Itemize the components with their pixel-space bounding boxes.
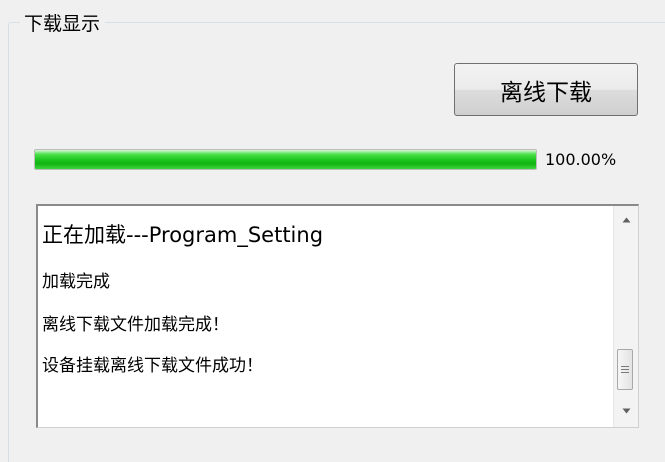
- log-line: 加载完成: [42, 272, 110, 292]
- grip-lines-icon: [621, 366, 629, 373]
- log-line: 设备挂载离线下载文件成功！: [42, 356, 263, 376]
- offline-download-button[interactable]: 离线下载: [454, 63, 638, 116]
- scroll-thumb[interactable]: [617, 349, 633, 390]
- progress-fill: [35, 150, 536, 169]
- log-output-box[interactable]: 正在加载---Program_Setting 加载完成 离线下载文件加载完成！ …: [36, 204, 639, 428]
- download-progress-bar: [34, 149, 537, 170]
- scroll-up-arrow-icon[interactable]: [614, 209, 638, 231]
- log-line: 正在加载---Program_Setting: [42, 223, 324, 247]
- vertical-scrollbar[interactable]: [613, 206, 638, 427]
- groupbox-title: 下载显示: [20, 13, 106, 35]
- scroll-down-arrow-icon[interactable]: [614, 400, 638, 422]
- log-line: 离线下载文件加载完成！: [42, 315, 229, 335]
- progress-percent-label: 100.00%: [545, 150, 617, 169]
